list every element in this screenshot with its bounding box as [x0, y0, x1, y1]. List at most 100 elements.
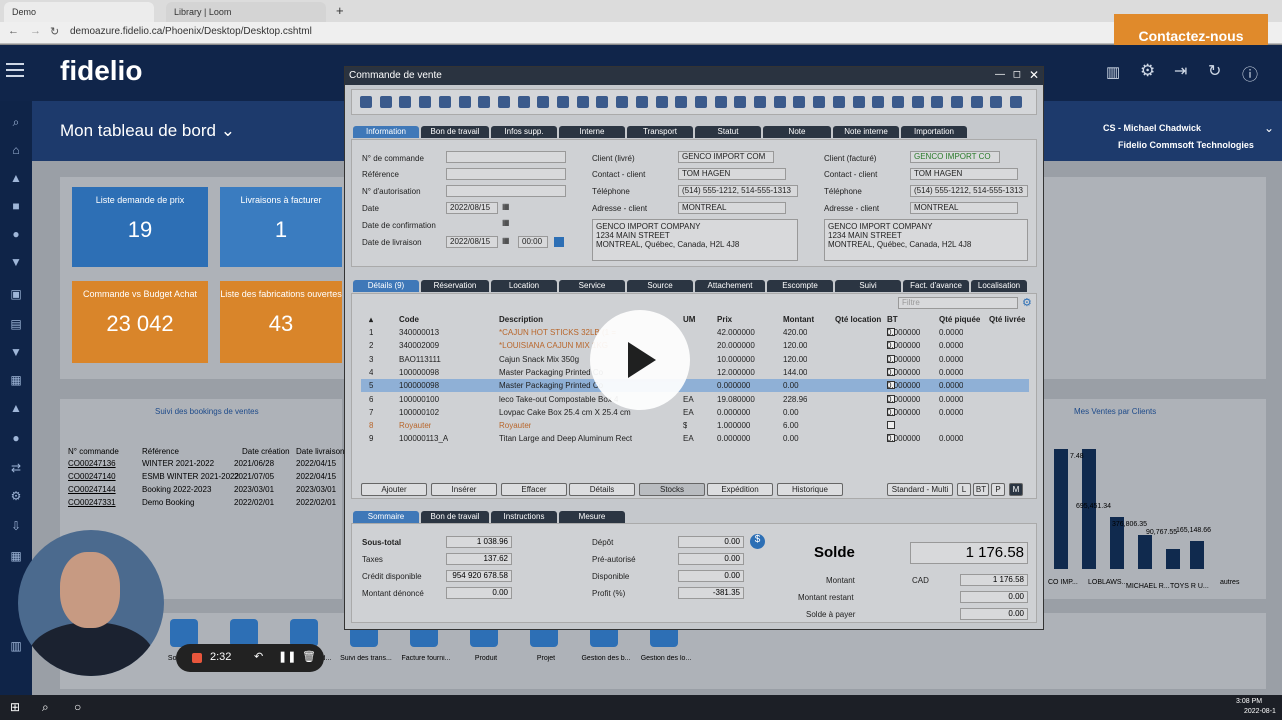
grid-icon[interactable]: ▦ [8, 549, 24, 563]
pause-icon[interactable]: ❚❚ [278, 650, 296, 663]
shortcut-label[interactable]: Projet [518, 655, 574, 662]
forward-icon[interactable]: → [30, 25, 41, 37]
tab-detail_tabs-0[interactable]: Détails (9) [353, 280, 419, 292]
task-view-icon[interactable]: ○ [74, 700, 81, 714]
url-field[interactable]: demoazure.fidelio.ca/Phoenix/Desktop/Des… [70, 26, 312, 37]
browser-tab-loom[interactable]: Library | Loom [166, 2, 326, 22]
table-row[interactable]: 4 100000098 Master Packaging Printed Co 12.… [361, 366, 1029, 379]
booking-row[interactable]: CO00247136 WINTER 2021-2022 2021/06/28 2022… [68, 459, 338, 471]
toolbar-icon[interactable] [360, 96, 372, 108]
new-tab-icon[interactable]: + [336, 3, 344, 18]
maximize-icon[interactable]: ◻ [1013, 69, 1021, 80]
kpi-tile[interactable]: Liste demande de prix 19 [72, 187, 208, 267]
gear-icon[interactable]: ⚙ [1022, 296, 1032, 309]
toolbar-icon[interactable] [497, 96, 510, 108]
transfer-icon[interactable]: ⇄ [8, 461, 24, 475]
stop-icon[interactable] [192, 653, 202, 663]
toolbar-icon[interactable] [793, 96, 806, 108]
tab-summary_tabs-0[interactable]: Sommaire [353, 511, 419, 523]
delivery-time-field[interactable]: 00:00 [518, 236, 548, 248]
toolbar-icon[interactable] [557, 96, 569, 108]
tab-top_tabs-7[interactable]: Note interne [833, 126, 899, 138]
toolbar-icon[interactable] [655, 96, 668, 108]
grid-button-3[interactable]: Détails [569, 483, 635, 496]
flow-icon[interactable]: ▦ [8, 373, 24, 387]
tab-top_tabs-1[interactable]: Bon de travail [421, 126, 489, 138]
chart-icon[interactable]: ▥ [1106, 63, 1120, 81]
view-button-1[interactable]: L [957, 483, 971, 496]
table-row[interactable]: 8 Royauter Royauter $1.000000 6.00 [361, 419, 1029, 432]
browser-tab-demo[interactable]: Demo [4, 2, 154, 22]
date-field[interactable]: 2022/08/15 [446, 202, 498, 214]
chat-icon[interactable]: ● [8, 431, 24, 445]
filter-input[interactable]: Filtre [898, 297, 1018, 309]
home-icon[interactable]: ⌂ [8, 143, 24, 157]
chevron-down-icon[interactable]: ⌄ [1264, 121, 1274, 135]
toolbar-icon[interactable] [872, 96, 885, 108]
minimize-icon[interactable]: — [995, 69, 1005, 80]
ship-client-field[interactable]: GENCO IMPORT COM [678, 151, 774, 163]
windows-icon[interactable]: ⊞ [10, 700, 20, 714]
checkbox[interactable] [887, 421, 895, 430]
logout-icon[interactable]: ⇥ [1174, 61, 1187, 81]
toolbar-icon[interactable] [419, 96, 432, 108]
tab-detail_tabs-6[interactable]: Escompte [767, 280, 833, 292]
shortcut-icon[interactable] [170, 619, 198, 647]
toolbar-icon[interactable] [911, 96, 924, 108]
bill-phone-field[interactable]: (514) 555-1212, 514-555-1313 [910, 185, 1028, 197]
info-icon[interactable]: ⓘ [1242, 61, 1258, 85]
edit-icon[interactable] [554, 237, 564, 247]
booking-row[interactable]: CO00247144 Booking 2022-2023 2023/03/01 202… [68, 485, 338, 497]
trash-icon[interactable]: 🗑 [302, 650, 316, 663]
toolbar-icon[interactable] [951, 96, 963, 108]
tab-top_tabs-0[interactable]: Information [353, 126, 419, 138]
toolbar-icon[interactable] [990, 96, 1003, 108]
toolbar-icon[interactable] [694, 96, 707, 108]
search-icon[interactable]: ⌕ [42, 700, 49, 715]
tab-top_tabs-5[interactable]: Statut [695, 126, 761, 138]
kpi-tile[interactable]: Liste des fabrications ouvertes 43 [220, 281, 342, 363]
toolbar-icon[interactable] [517, 96, 530, 108]
calendar-icon[interactable]: ▦ [502, 218, 510, 227]
table-row[interactable]: 2 340002009 *LOUISIANA CAJUN MIX 1KG 20.000… [361, 339, 1029, 352]
order-number-field[interactable] [446, 151, 566, 163]
toolbar-icon[interactable] [616, 96, 629, 108]
table-row[interactable]: 5 100000098 Master Packaging Printed Co 0.0… [361, 379, 1029, 393]
grid-button-4[interactable]: Stocks [639, 483, 705, 496]
tab-summary_tabs-1[interactable]: Bon de travail [421, 511, 489, 523]
view-button-3[interactable]: P [991, 483, 1005, 496]
tab-detail_tabs-5[interactable]: Attachement [695, 280, 765, 292]
play-button[interactable] [590, 310, 690, 410]
bill-contact-field[interactable]: TOM HAGEN [910, 168, 1018, 180]
tab-detail_tabs-3[interactable]: Service [559, 280, 625, 292]
ship-contact-field[interactable]: TOM HAGEN [678, 168, 786, 180]
table-row[interactable]: 6 100000100 leco Take-out Compostable Box … [361, 393, 1029, 406]
toolbar-icon[interactable] [438, 96, 451, 108]
view-button-0[interactable]: Standard - Multi [887, 483, 953, 496]
toolbar-icon[interactable] [891, 96, 904, 108]
tab-top_tabs-3[interactable]: Interne [559, 126, 625, 138]
sales-bar[interactable] [1054, 449, 1068, 569]
toolbar-icon[interactable] [773, 96, 786, 108]
toolbar-icon[interactable] [734, 96, 747, 108]
toolbar-icon[interactable] [576, 96, 589, 108]
tab-detail_tabs-8[interactable]: Fact. d'avance [903, 280, 969, 292]
view-button-2[interactable]: BT [973, 483, 989, 496]
toolbar-icon[interactable] [399, 96, 412, 108]
grid-button-6[interactable]: Historique [777, 483, 843, 496]
table-row[interactable]: 7 100000102 Lovpac Cake Box 25.4 cm X 25.4… [361, 406, 1029, 419]
toolbar-icon[interactable] [635, 96, 648, 108]
tab-detail_tabs-9[interactable]: Localisation [971, 280, 1027, 292]
search-icon[interactable]: ⌕ [8, 115, 24, 129]
table-row[interactable]: 1 340000013 *CAJUN HOT STICKS 32LB (1 = 42.… [361, 326, 1029, 339]
table-row[interactable]: 9 100000113_A Titan Large and Deep Aluminu… [361, 432, 1029, 445]
toolbar-icon[interactable] [931, 96, 944, 108]
kpi-tile[interactable]: Commande vs Budget Achat 23 042 [72, 281, 208, 363]
grid-button-5[interactable]: Expédition [707, 483, 773, 496]
sales-bar[interactable] [1190, 541, 1204, 569]
grid-button-1[interactable]: Insérer [431, 483, 497, 496]
sales-bar[interactable] [1138, 535, 1152, 569]
authorization-field[interactable] [446, 185, 566, 197]
truck-icon[interactable]: ■ [8, 199, 24, 213]
document-icon[interactable]: ▤ [8, 317, 24, 331]
